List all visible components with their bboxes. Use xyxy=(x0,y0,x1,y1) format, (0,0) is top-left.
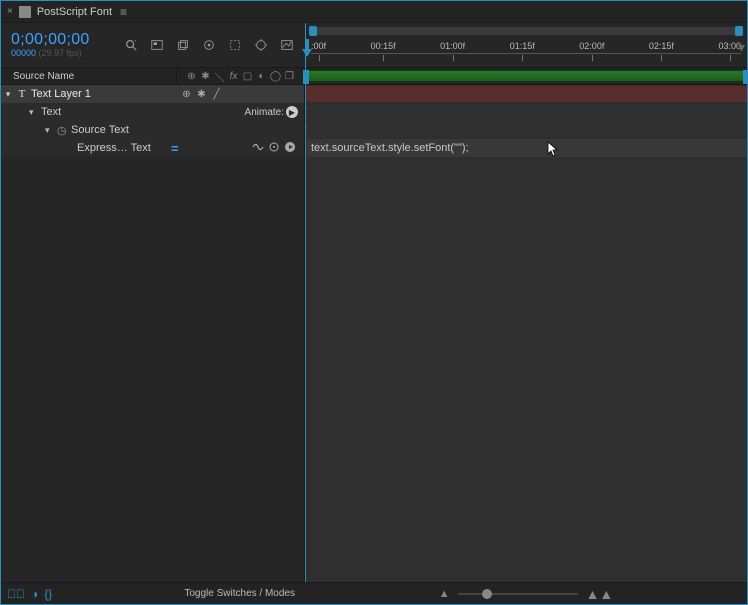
zoom-out-icon[interactable]: ▲ xyxy=(439,588,450,600)
ruler-tick: 01:15f xyxy=(510,41,535,59)
switch-shy-icon[interactable]: ⊕ xyxy=(185,71,198,82)
panel-tab-bar: × PostScript Font ≡ xyxy=(1,1,747,23)
ruler-tick: 02:00f xyxy=(579,41,604,59)
switch-fx-icon[interactable]: fx xyxy=(227,71,240,82)
stopwatch-icon[interactable]: ◷ xyxy=(57,124,71,137)
draft-3d-icon[interactable] xyxy=(175,37,191,53)
shy-icon[interactable] xyxy=(201,37,217,53)
timeline-footer: �⃞ ◑ {} Toggle Switches / Modes ▲ ▲▲ xyxy=(1,582,747,604)
layer-switch-effects[interactable]: ✱ xyxy=(195,88,208,101)
timecode-left: 0;00;00;00 00000 (29.97 fps) xyxy=(1,23,305,67)
layer-duration-bar[interactable] xyxy=(305,86,747,102)
zoom-slider-thumb[interactable] xyxy=(482,589,492,599)
expression-graph-icon[interactable] xyxy=(252,141,264,156)
expression-code: text.sourceText.style.setFont(""); xyxy=(311,142,469,154)
close-tab-icon[interactable]: × xyxy=(7,6,13,17)
toggle-switches-button[interactable]: Toggle Switches / Modes xyxy=(184,588,295,599)
composition-flowchart-icon[interactable] xyxy=(149,37,165,53)
layer-bar-row[interactable] xyxy=(305,85,747,103)
property-row-source-text[interactable]: ▾ ◷ Source Text xyxy=(1,121,304,139)
switch-frame-blend-icon[interactable]: ▢ xyxy=(241,71,254,82)
switch-adjustment-icon[interactable]: ◯ xyxy=(269,71,282,82)
layer-name[interactable]: Text Layer 1 xyxy=(29,88,176,100)
animate-menu-button[interactable]: Animate: ▶ xyxy=(245,106,298,118)
expression-language-menu-icon[interactable] xyxy=(284,141,296,156)
zoom-slider[interactable] xyxy=(458,593,578,595)
work-area-bar[interactable] xyxy=(311,27,741,35)
timeline-tool-icons xyxy=(123,37,295,53)
property-track: 𝙸 xyxy=(305,103,747,121)
cursor-pointer-icon xyxy=(547,141,561,160)
expression-enable-icon[interactable]: = xyxy=(171,141,179,156)
fps-label: (29.97 fps) xyxy=(39,48,82,58)
source-name-header[interactable]: Source Name xyxy=(1,68,177,84)
expression-editor-field[interactable]: text.sourceText.style.setFont(""); xyxy=(305,139,747,157)
expression-property-label: Express… Text xyxy=(77,142,171,154)
layer-switch-shy[interactable]: ⊕ xyxy=(180,88,193,101)
property-name: Source Text xyxy=(71,124,129,136)
layer-in-out-bar[interactable] xyxy=(305,70,747,82)
column-header-row: Source Name ⊕ ✱ ＼ fx ▢ ◐ ◯ ❒ xyxy=(1,67,747,85)
switch-motion-blur-icon[interactable]: ◐ xyxy=(255,71,268,82)
expression-track: text.sourceText.style.setFont(""); xyxy=(305,139,747,157)
motion-blur-icon[interactable] xyxy=(253,37,269,53)
ruler-tick: 01:00f xyxy=(440,41,465,59)
property-name: Text xyxy=(41,106,61,118)
switch-effects-icon[interactable]: ✱ xyxy=(199,71,212,82)
property-track: 𝙸 xyxy=(305,121,747,139)
layer-switch-quality[interactable]: ╱ xyxy=(210,88,223,101)
twirl-down-icon[interactable]: ▾ xyxy=(1,89,15,100)
timecode-row: 0;00;00;00 00000 (29.97 fps) xyxy=(1,23,747,67)
footer-frame-blend-icon[interactable]: ◑ xyxy=(31,587,38,601)
current-timecode[interactable]: 0;00;00;00 xyxy=(11,32,90,49)
property-row-expression[interactable]: Express… Text = xyxy=(1,139,304,157)
text-layer-icon: T xyxy=(15,88,29,100)
footer-expand-icon[interactable]: �⃞ xyxy=(7,587,25,601)
ruler-tick: :00f xyxy=(311,41,326,59)
search-icon[interactable] xyxy=(123,37,139,53)
timeline-ruler[interactable]: :00f 00:15f 01:00f 01:15f 02:00f 02:15f … xyxy=(305,23,747,67)
composition-title[interactable]: PostScript Font xyxy=(37,6,112,18)
frame-blend-icon[interactable] xyxy=(227,37,243,53)
panel-menu-icon[interactable]: ≡ xyxy=(120,5,127,19)
graph-editor-icon[interactable] xyxy=(279,37,295,53)
layer-row[interactable]: ▾ T Text Layer 1 ⊕ ✱ ╱ xyxy=(1,85,304,103)
switch-collapse-icon[interactable]: ＼ xyxy=(213,69,226,84)
current-frame: 00000 xyxy=(11,48,36,58)
play-icon: ▶ xyxy=(286,106,298,118)
property-row-text[interactable]: ▾ Text Animate: ▶ xyxy=(1,103,304,121)
timeline-track-area[interactable]: 𝙸 𝙸 text.sourceText.style.setFont(""); xyxy=(305,85,747,582)
layer-outline: ▾ T Text Layer 1 ⊕ ✱ ╱ ▾ Text Animate: ▶ xyxy=(1,85,305,582)
switch-3d-icon[interactable]: ❒ xyxy=(283,71,296,82)
twirl-down-icon[interactable]: ▾ xyxy=(29,107,41,118)
expression-pickwhip-icon[interactable] xyxy=(268,141,280,156)
zoom-in-icon[interactable]: ▲▲ xyxy=(586,586,614,602)
composition-icon xyxy=(19,6,31,18)
ruler-tick: 00:15f xyxy=(371,41,396,59)
cti-playhead-icon[interactable] xyxy=(301,39,313,63)
switch-column-header: ⊕ ✱ ＼ fx ▢ ◐ ◯ ❒ xyxy=(177,69,304,84)
ruler-tick: 02:15f xyxy=(649,41,674,59)
comp-end-marker-icon[interactable]: ▾ xyxy=(738,39,745,56)
current-time-indicator[interactable] xyxy=(305,85,306,582)
footer-brackets-icon[interactable]: {} xyxy=(44,587,52,601)
twirl-down-icon[interactable]: ▾ xyxy=(45,125,57,136)
